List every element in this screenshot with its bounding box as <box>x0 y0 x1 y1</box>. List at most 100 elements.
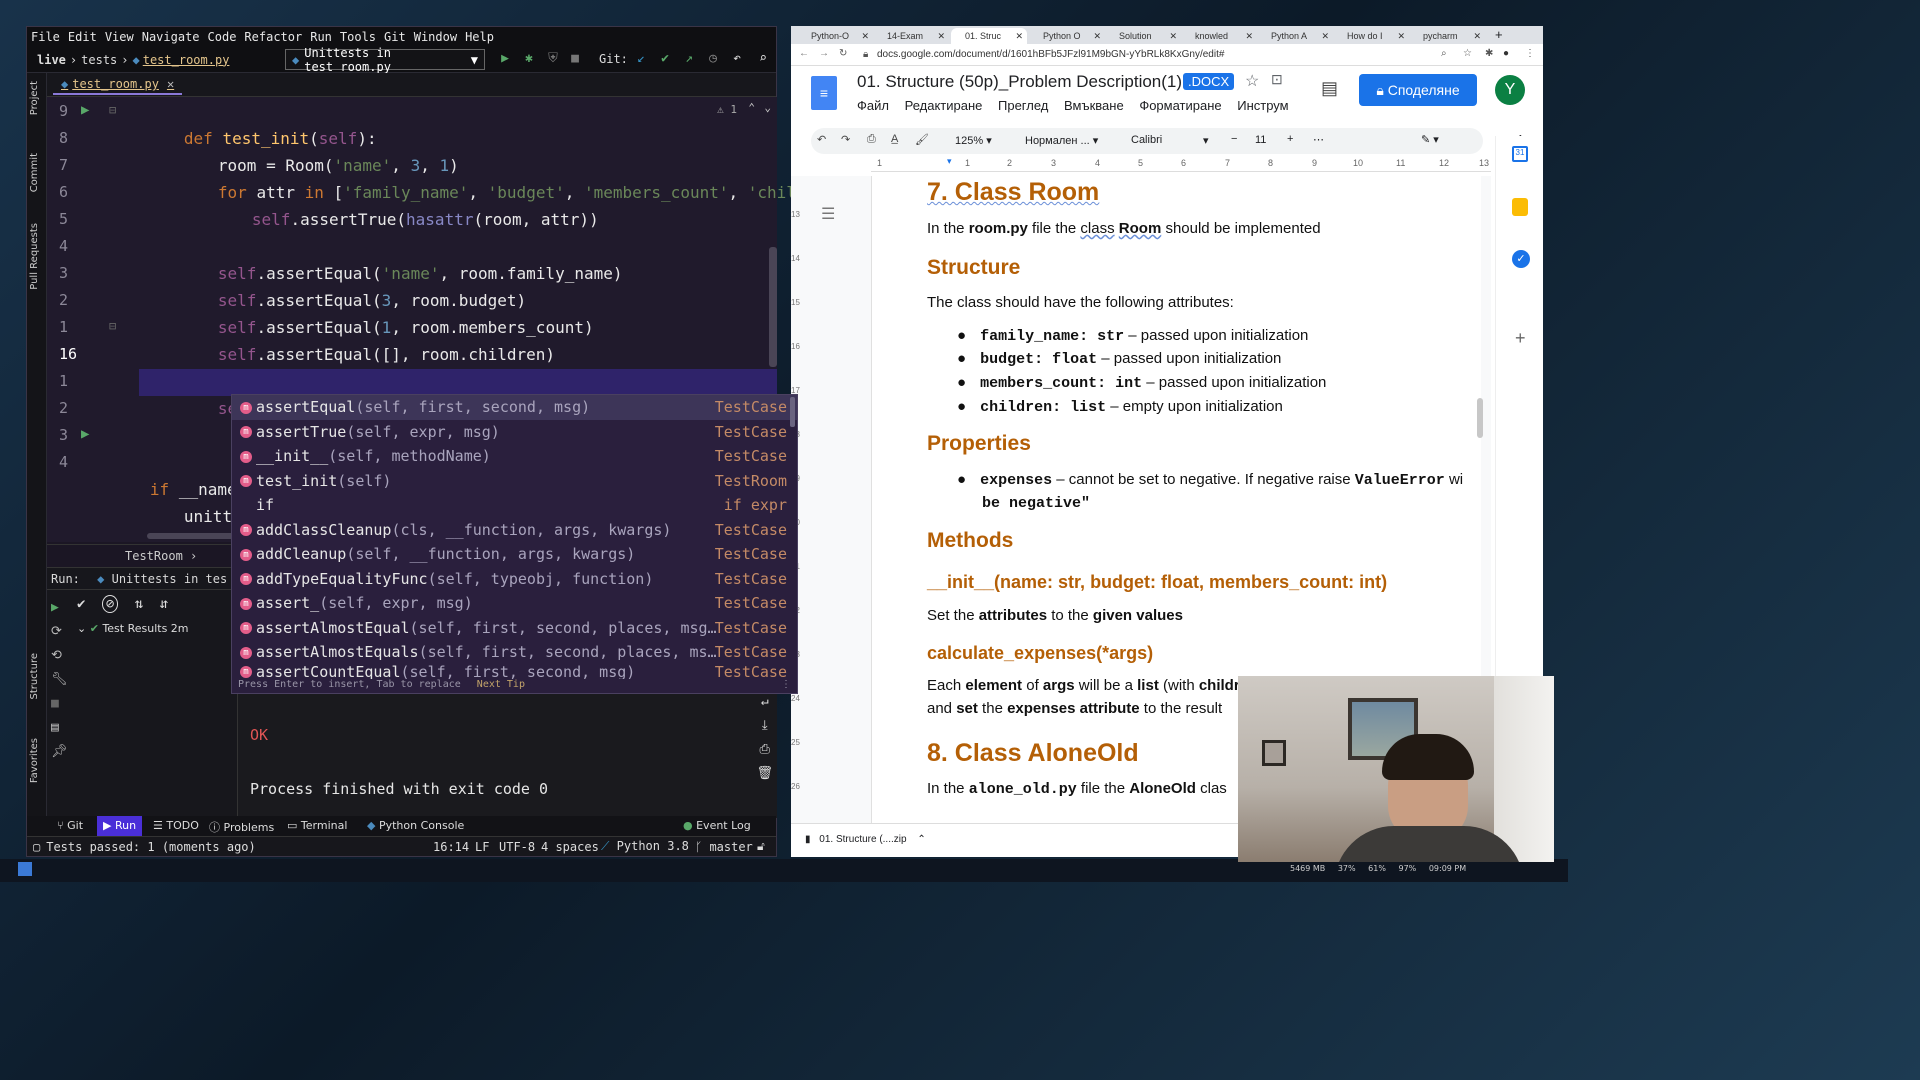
indent-marker-icon[interactable]: ▾ <box>947 156 952 167</box>
doc-title[interactable]: 01. Structure (50p)_Problem Description(… <box>857 72 1182 92</box>
editor-scrollbar[interactable] <box>769 247 777 367</box>
rollback-icon[interactable]: ↶ <box>729 51 745 67</box>
font-size-field[interactable]: 11 <box>1255 134 1266 146</box>
completion-item[interactable]: m addCleanup(self, __function, args, kwar… <box>232 542 797 567</box>
more-icon[interactable]: ⋯ <box>1313 133 1324 146</box>
git-update-icon[interactable]: ↙ <box>633 51 649 67</box>
sort-alpha-icon[interactable]: ⇅ <box>135 596 143 612</box>
browser-tab[interactable]: knowled ✕ <box>1181 28 1257 44</box>
menu-tools[interactable]: Tools <box>340 30 376 44</box>
forward-icon[interactable]: → <box>819 48 829 59</box>
completion-item[interactable]: m addTypeEqualityFunc(self, typeobj, func… <box>232 567 797 592</box>
completion-item[interactable]: m assertAlmostEqual(self, first, second, … <box>232 616 797 641</box>
browser-tab[interactable]: 14-Exam ✕ <box>873 28 949 44</box>
completion-scrollbar[interactable] <box>790 397 795 427</box>
debug-icon[interactable]: ✱ <box>521 51 537 67</box>
calendar-icon[interactable]: 31 <box>1512 146 1528 162</box>
breadcrumb-class[interactable]: TestRoom <box>125 549 183 563</box>
chevron-up-icon[interactable]: ⌃ <box>748 101 755 114</box>
wrench-icon[interactable]: 🔧︎ <box>51 668 73 692</box>
tool-favorites[interactable]: Favorites <box>29 738 40 783</box>
redo-icon[interactable]: ↷ <box>841 133 850 146</box>
reload-icon[interactable]: ↻ <box>839 48 847 59</box>
tool-problems[interactable]: ⓘ Problems <box>209 819 274 835</box>
start-icon[interactable] <box>18 862 32 876</box>
menu-code[interactable]: Code <box>208 30 237 44</box>
completion-item[interactable]: m test_init(self) TestRoom <box>232 469 797 494</box>
doc-menu-view[interactable]: Преглед <box>998 98 1048 113</box>
close-icon[interactable]: ✕ <box>1245 28 1253 44</box>
layout-icon[interactable]: ▤ <box>51 716 73 740</box>
paint-format-icon[interactable]: 🖌︎ <box>915 133 929 146</box>
print-icon[interactable]: ⎙ <box>867 133 876 146</box>
doc-menu-edit[interactable]: Редактиране <box>905 98 983 113</box>
stop-icon[interactable]: ■ <box>567 51 583 67</box>
zoom-icon[interactable]: ⌕ <box>1441 48 1447 59</box>
tool-todo[interactable]: ☰ TODO <box>153 819 199 832</box>
print-icon[interactable]: ⎙ <box>756 738 773 762</box>
doc-menu-format[interactable]: Форматиране <box>1139 98 1221 113</box>
code-completion-popup[interactable]: m assertEqual(self, first, second, msg) Te… <box>231 394 798 694</box>
git-branch[interactable]: ᚴ master <box>695 840 753 854</box>
browser-tab[interactable]: Solution ✕ <box>1105 28 1181 44</box>
file-encoding[interactable]: UTF-8 <box>499 840 535 854</box>
close-icon[interactable]: ✕ <box>167 77 174 91</box>
rerun-icon[interactable]: ▶ <box>51 596 73 620</box>
completion-item[interactable]: m assertEqual(self, first, second, msg) Te… <box>232 395 797 420</box>
menu-navigate[interactable]: Navigate <box>142 30 200 44</box>
run-config-tab[interactable]: ◆ Unittests in tes <box>97 572 227 586</box>
breadcrumb-folder[interactable]: tests <box>81 53 117 67</box>
show-passed-icon[interactable]: ✔ <box>77 596 85 612</box>
horizontal-scrollbar[interactable] <box>147 533 237 539</box>
completion-item[interactable]: m assertTrue(self, expr, msg) TestCase <box>232 420 797 445</box>
tool-event-log[interactable]: ● Event Log <box>683 819 751 832</box>
warning-icon[interactable]: ⚠ 1 <box>717 103 737 116</box>
toggle-auto-test-icon[interactable]: ⟲ <box>51 644 73 668</box>
line-separator[interactable]: LF <box>475 840 489 854</box>
star-icon[interactable]: ☆ <box>1463 48 1472 59</box>
edit-mode-icon[interactable]: ✎ ▾ <box>1421 133 1439 146</box>
move-icon[interactable]: ⊡ <box>1271 71 1283 88</box>
comments-icon[interactable]: ▤ <box>1321 78 1338 99</box>
tool-commit[interactable]: Commit <box>29 153 40 192</box>
add-addon-icon[interactable]: + <box>1515 328 1526 349</box>
rerun-failed-icon[interactable]: ⟳ <box>51 620 73 644</box>
keep-icon[interactable] <box>1512 198 1528 216</box>
trash-icon[interactable]: 🗑︎ <box>756 762 773 786</box>
tool-project[interactable]: Project <box>29 81 40 115</box>
profile-icon[interactable]: ● <box>1503 48 1509 59</box>
completion-item[interactable]: m addClassCleanup(cls, __function, args, … <box>232 518 797 543</box>
search-icon[interactable]: ⌕ <box>755 51 771 67</box>
close-icon[interactable]: ✕ <box>1321 28 1329 44</box>
status-message[interactable]: Tests passed: 1 (moments ago) <box>46 840 256 854</box>
chevron-down-icon[interactable]: ▾ <box>1203 134 1209 147</box>
run-config-selector[interactable]: ◆ Unittests in test_room.py ▼ <box>285 46 485 74</box>
browser-tab[interactable]: pycharm ✕ <box>1409 28 1485 44</box>
run-icon[interactable]: ▶ <box>497 51 513 67</box>
more-icon[interactable]: ⋮ <box>781 677 791 693</box>
tool-git[interactable]: ⑂ Git <box>57 819 83 832</box>
tool-python-console[interactable]: ◆ Python Console <box>367 819 464 832</box>
menu-refactor[interactable]: Refactor <box>244 30 302 44</box>
indent-setting[interactable]: 4 spaces <box>541 840 599 854</box>
completion-item[interactable]: m assert_(self, expr, msg) TestCase <box>232 591 797 616</box>
coverage-icon[interactable]: ⛨ <box>545 51 561 67</box>
git-commit-icon[interactable]: ✔ <box>657 51 673 67</box>
menu-git[interactable]: Git <box>384 30 406 44</box>
close-icon[interactable]: ✕ <box>937 28 945 44</box>
star-icon[interactable]: ☆ <box>1245 71 1259 91</box>
scroll-to-end-icon[interactable]: ⤓ <box>756 714 773 738</box>
download-item[interactable]: ▮ 01. Structure (....zip ⌃ <box>805 834 926 845</box>
lock-icon[interactable]: 🔓︎ <box>757 839 765 854</box>
doc-scrollbar[interactable] <box>1477 398 1483 438</box>
browser-tab[interactable]: How do I ✕ <box>1333 28 1409 44</box>
menu-file[interactable]: File <box>31 30 60 44</box>
run-gutter-icon[interactable]: ▶ <box>81 426 89 442</box>
status-layout-icon[interactable]: ▢ <box>33 840 40 854</box>
tab-test-room[interactable]: ◆ test_room.py ✕ <box>53 75 183 95</box>
avatar[interactable]: Y <box>1495 75 1525 105</box>
doc-menu-tools[interactable]: Инструм <box>1237 98 1288 113</box>
completion-item[interactable]: m assertAlmostEquals(self, first, second,… <box>232 640 797 665</box>
tool-pull-requests[interactable]: Pull Requests <box>29 223 40 290</box>
tasks-icon[interactable]: ✓ <box>1512 250 1530 268</box>
